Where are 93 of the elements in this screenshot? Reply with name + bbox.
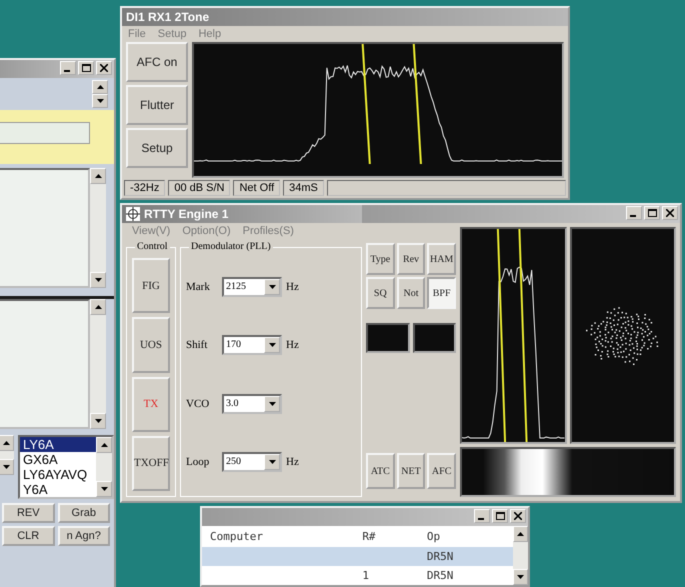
column-header: R#	[354, 526, 419, 548]
column-header: Op	[418, 526, 513, 548]
close-icon	[514, 512, 522, 520]
level-indicator	[366, 323, 410, 353]
down-arrow-icon	[2, 465, 10, 469]
column-header: Computer	[202, 526, 354, 548]
input-field[interactable]	[0, 122, 90, 144]
control-button[interactable]: AFC on	[126, 42, 188, 82]
field-label: VCO	[186, 398, 210, 410]
group-label: Control	[135, 241, 170, 252]
down-arrow-icon	[268, 285, 276, 290]
minimize-button[interactable]	[474, 509, 490, 523]
action-button[interactable]: CLR	[2, 526, 54, 546]
scrollbar[interactable]	[512, 526, 528, 585]
down-arrow-icon	[516, 575, 524, 579]
maximize-icon	[496, 512, 504, 520]
toggle-button[interactable]: BPF	[427, 277, 456, 309]
maximize-button[interactable]	[78, 61, 94, 75]
table-row[interactable]: 1 DR5N	[202, 566, 513, 585]
list-item[interactable]: LY6AYAVQ	[20, 467, 96, 482]
control-button[interactable]: TXOFF	[132, 436, 170, 491]
down-arrow-icon	[100, 487, 108, 491]
table-cell: DR5N	[418, 547, 513, 566]
close-button[interactable]	[510, 509, 526, 523]
down-arrow-icon	[268, 343, 276, 348]
dropdown-field[interactable]: 250	[222, 452, 282, 472]
down-arrow-icon	[94, 419, 102, 423]
status-field: Net Off	[233, 180, 280, 196]
down-arrow-icon	[268, 460, 276, 464]
table-row[interactable]: DR5N	[202, 547, 513, 566]
control-button[interactable]: AFC	[427, 453, 456, 489]
up-arrow-icon	[94, 305, 102, 309]
spin-up-button[interactable]	[92, 80, 108, 94]
maximize-icon	[82, 64, 90, 72]
control-button[interactable]: NET	[396, 453, 426, 489]
scrollbar[interactable]	[90, 168, 106, 288]
maximize-icon	[648, 209, 656, 217]
status-field: 34mS	[283, 180, 324, 196]
status-field: -32Hz	[124, 180, 166, 196]
action-button[interactable]: Grab	[58, 503, 110, 523]
control-button[interactable]: UOS	[132, 317, 170, 372]
list-item[interactable]: Y6A	[20, 482, 96, 497]
control-button[interactable]: Setup	[126, 128, 188, 168]
up-arrow-icon	[100, 443, 108, 447]
dropdown-field[interactable]: 170	[222, 335, 282, 356]
toggle-button[interactable]: SQ	[366, 277, 395, 309]
toggle-button[interactable]: Rev	[396, 243, 426, 275]
down-arrow-icon	[94, 278, 102, 282]
close-button[interactable]	[96, 61, 112, 75]
field-label: Shift	[186, 339, 208, 352]
scrollbar[interactable]	[96, 437, 112, 497]
control-button[interactable]: Flutter	[126, 85, 188, 125]
maximize-button[interactable]	[492, 509, 508, 523]
close-button[interactable]	[662, 206, 678, 220]
up-arrow-icon	[94, 174, 102, 178]
toggle-button[interactable]: Not	[396, 277, 426, 309]
dropdown-field[interactable]: 3.0	[222, 394, 282, 414]
close-icon	[100, 64, 108, 72]
unit-label: Hz	[286, 281, 299, 294]
scrollbar[interactable]	[0, 435, 14, 475]
control-button[interactable]: ATC	[366, 453, 395, 489]
crosshair-icon	[126, 207, 140, 221]
table-cell: 1	[354, 566, 419, 585]
minimize-button[interactable]	[626, 206, 642, 220]
table-cell: DR5N	[418, 566, 513, 585]
callsign-list[interactable]: LY6A GX6A LY6AYAVQ Y6A	[18, 435, 114, 499]
up-arrow-icon	[2, 441, 10, 445]
close-icon	[666, 209, 674, 217]
list-item[interactable]: LY6A	[20, 437, 96, 452]
level-indicator	[412, 323, 456, 353]
toggle-button[interactable]: Type	[366, 243, 395, 275]
list-item[interactable]: GX6A	[20, 452, 96, 467]
down-arrow-icon	[96, 99, 104, 103]
action-button[interactable]: REV	[2, 503, 54, 523]
minimize-button[interactable]	[60, 61, 76, 75]
action-button[interactable]: n Agn?	[58, 526, 110, 546]
control-button[interactable]: FIG	[132, 258, 170, 314]
field-label: Mark	[186, 281, 211, 294]
spin-down-button[interactable]	[92, 94, 108, 108]
maximize-button[interactable]	[644, 206, 660, 220]
down-arrow-icon	[268, 402, 276, 406]
toggle-button[interactable]: HAM	[427, 243, 456, 275]
scrollbar[interactable]	[90, 299, 106, 429]
window-title: DI1 RX1 2Tone	[122, 8, 568, 26]
status-field: 00 dB S/N	[168, 180, 230, 196]
unit-label: Hz	[286, 339, 299, 352]
up-arrow-icon	[516, 532, 524, 536]
unit-label: Hz	[286, 456, 299, 468]
field-label: Loop	[186, 456, 210, 468]
up-arrow-icon	[96, 85, 104, 89]
dropdown-field[interactable]: 2125	[222, 277, 282, 298]
group-label: Demodulator (PLL)	[189, 241, 273, 252]
window-title: RTTY Engine 1	[122, 205, 362, 223]
